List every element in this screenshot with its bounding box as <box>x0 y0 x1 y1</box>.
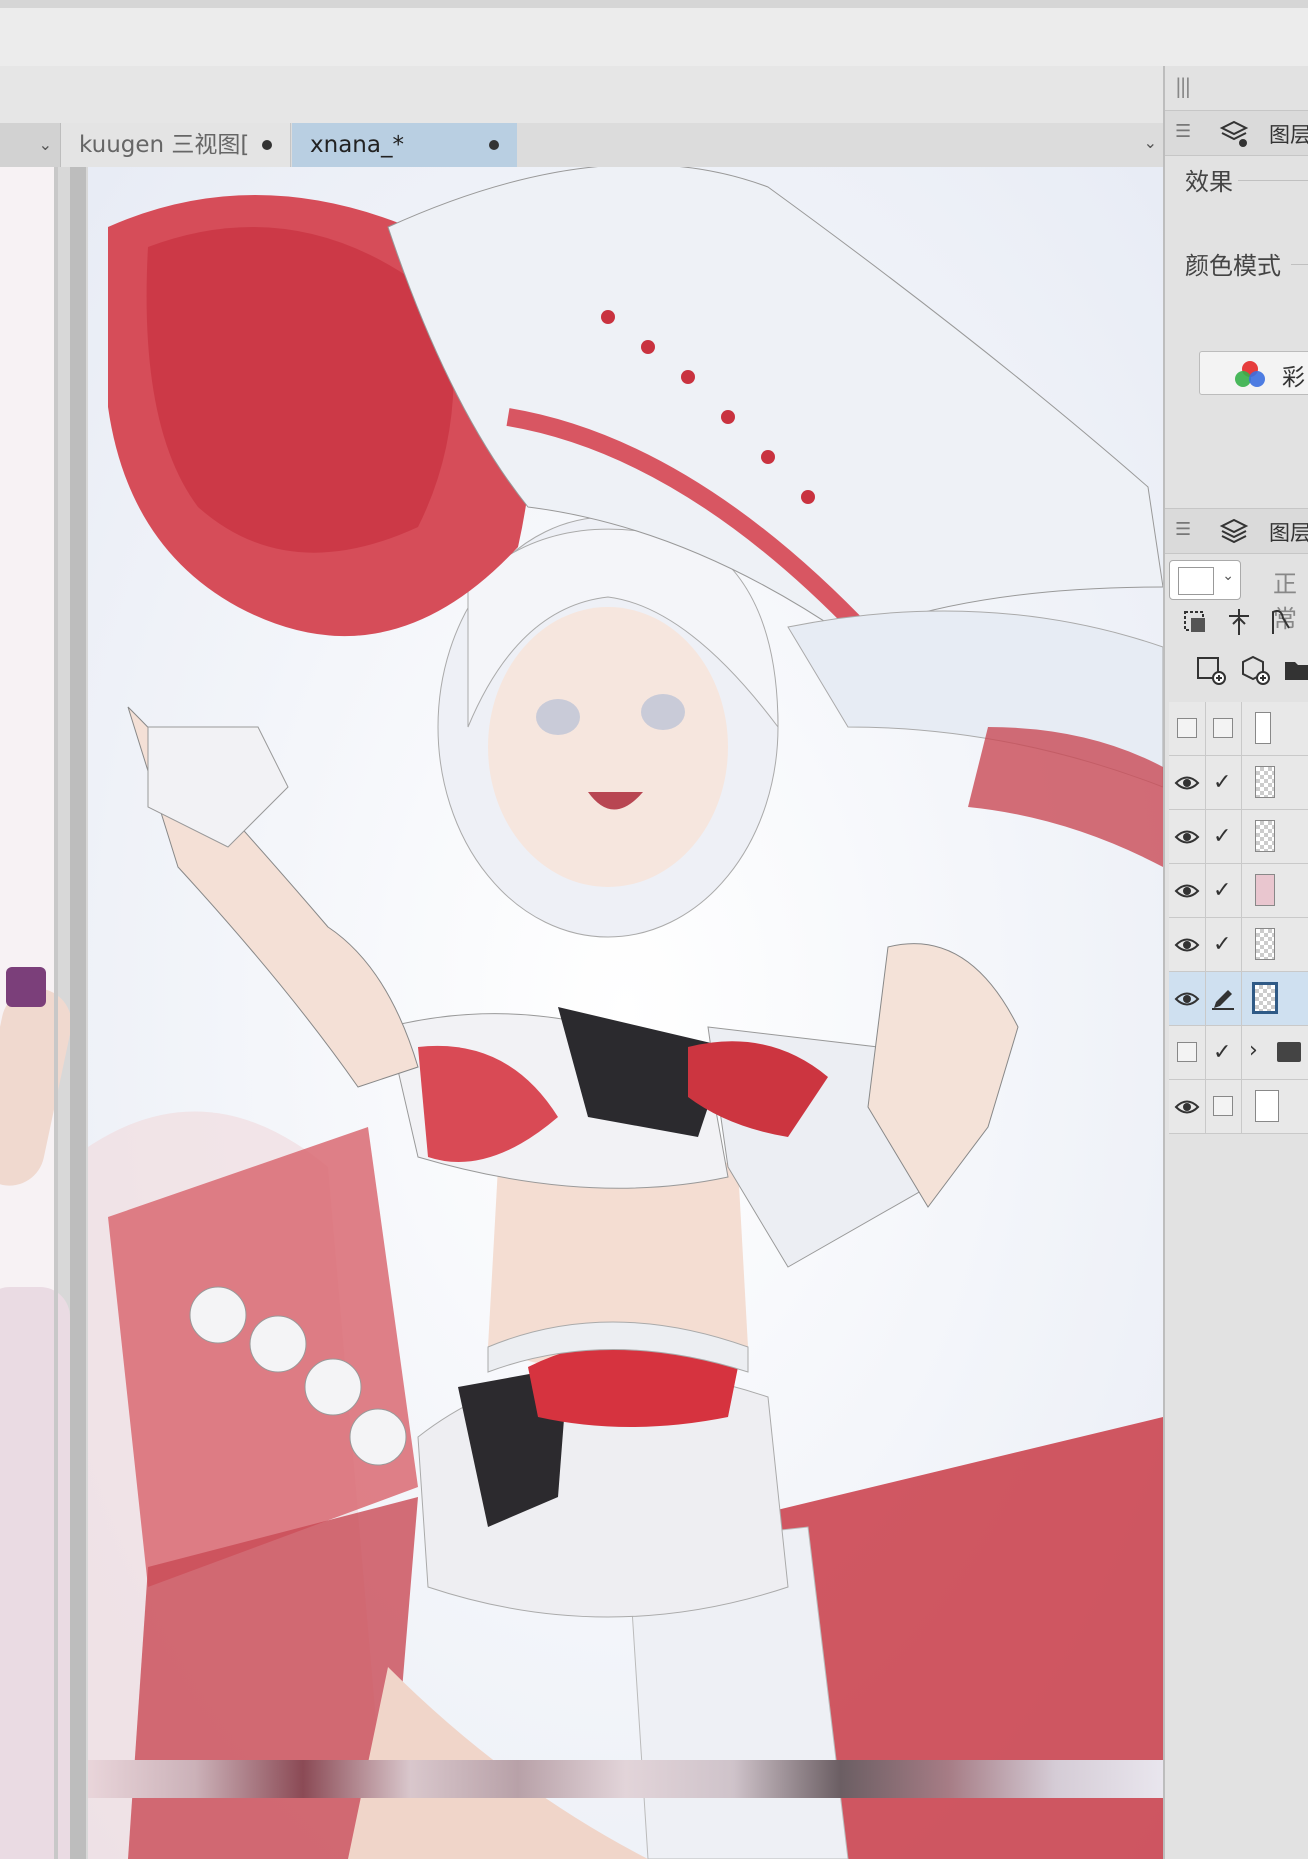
layer-panel-header: ☰ 图层 <box>1165 508 1308 554</box>
lock-toggle[interactable] <box>1213 718 1233 738</box>
eye-icon[interactable] <box>1174 934 1200 956</box>
adjacent-document-canvas <box>0 167 79 1859</box>
layers-icon[interactable] <box>1219 517 1249 547</box>
unsaved-dot-icon[interactable] <box>262 140 272 150</box>
artwork-illustration <box>88 167 1163 1859</box>
layer-thumbnail <box>1255 1090 1279 1122</box>
layer-property-panel-header: ☰ 图层 <box>1165 110 1308 156</box>
adjacent-figure-sleeve <box>6 967 46 1007</box>
censor-blur-strip <box>88 1760 1163 1798</box>
adjacent-figure-arm <box>0 981 79 1193</box>
eye-icon[interactable] <box>1174 880 1200 902</box>
layer-thumbnail <box>1255 928 1275 960</box>
layer-row[interactable]: ✓ <box>1169 810 1308 864</box>
tab-label: xnana_* <box>310 132 404 158</box>
clip-layer-icon[interactable] <box>1181 606 1213 638</box>
layer-folder-row[interactable]: ✓ › <box>1169 1026 1308 1080</box>
check-icon[interactable]: ✓ <box>1213 770 1231 795</box>
panel-menu-icon[interactable]: ☰ <box>1175 121 1191 142</box>
color-mode-button[interactable]: 彩 <box>1199 351 1308 395</box>
check-icon[interactable]: ✓ <box>1213 932 1231 957</box>
canvas-edge <box>54 167 58 1859</box>
panel-title: 图层 <box>1269 521 1308 545</box>
color-mode-label: 颜色模式 <box>1185 246 1308 281</box>
chevron-down-icon[interactable]: ⌄ <box>39 135 52 154</box>
layer-row-selected[interactable] <box>1169 972 1308 1026</box>
tab-label: kuugen 三视图[ <box>79 132 250 158</box>
eye-icon[interactable] <box>1174 826 1200 848</box>
check-icon[interactable]: ✓ <box>1213 878 1231 903</box>
new-folder-icon[interactable] <box>1283 654 1308 686</box>
new-vector-layer-icon[interactable] <box>1239 654 1271 686</box>
layer-row[interactable] <box>1169 1080 1308 1134</box>
eye-icon[interactable] <box>1174 988 1200 1010</box>
panel-menu-icon[interactable]: ☰ <box>1175 519 1191 540</box>
layer-thumbnail <box>1255 874 1275 906</box>
title-bar-strip <box>0 0 1308 8</box>
canvas-ruler <box>70 167 86 1859</box>
unsaved-dot-icon[interactable] <box>489 140 499 150</box>
color-swatch <box>1178 567 1214 595</box>
folder-icon <box>1277 1042 1301 1062</box>
panel-grip-icon[interactable]: ||| <box>1175 74 1191 98</box>
tab-xnana[interactable]: xnana_* <box>292 123 517 167</box>
effect-label: 效果 <box>1185 162 1308 197</box>
adjacent-figure-body <box>0 1287 70 1859</box>
pen-icon[interactable] <box>1210 988 1236 1010</box>
rgb-icon <box>1235 361 1265 387</box>
layer-row[interactable]: ✓ <box>1169 756 1308 810</box>
layer-row[interactable]: ✓ <box>1169 864 1308 918</box>
canvas-area[interactable] <box>0 167 1163 1859</box>
lock-toggle[interactable] <box>1213 1096 1233 1116</box>
layer-list: ✓ ✓ ✓ ✓ ✓ › <box>1169 702 1308 1134</box>
command-bar <box>0 66 1163 124</box>
expand-folder-icon[interactable]: › <box>1249 1038 1258 1063</box>
color-mode-value: 彩 <box>1282 365 1305 391</box>
chevron-down-icon: ⌄ <box>1222 568 1234 584</box>
layer-toolbar-row-1 <box>1165 606 1308 654</box>
layer-thumbnail <box>1255 712 1271 744</box>
document-tab-bar: ⌄ kuugen 三视图[ xnana_* ⌄ <box>0 123 1163 168</box>
new-raster-layer-icon[interactable] <box>1195 654 1227 686</box>
check-icon[interactable]: ✓ <box>1213 824 1231 849</box>
visibility-toggle[interactable] <box>1177 1042 1197 1062</box>
layer-color-dropdown[interactable]: ⌄ <box>1169 560 1241 600</box>
layer-thumbnail <box>1252 982 1278 1014</box>
right-panel: ||| ☰ 图层 效果 颜色模式 彩 ☰ 图层 ⌄ 正常 ✓ ✓ ✓ ✓ ✓ › <box>1163 66 1308 1859</box>
layer-property-icon[interactable] <box>1219 119 1249 149</box>
layer-row[interactable] <box>1169 702 1308 756</box>
panel-title: 图层 <box>1269 123 1308 147</box>
visibility-toggle[interactable] <box>1177 718 1197 738</box>
tab-scroll-left[interactable]: ⌄ <box>0 123 61 167</box>
title-bar <box>0 0 1308 67</box>
layer-row[interactable]: ✓ <box>1169 918 1308 972</box>
reference-layer-icon[interactable] <box>1223 606 1255 638</box>
layer-thumbnail <box>1255 820 1275 852</box>
check-icon[interactable]: ✓ <box>1213 1040 1231 1065</box>
tab-kuugen[interactable]: kuugen 三视图[ <box>61 123 291 167</box>
layer-thumbnail <box>1255 766 1275 798</box>
eye-icon[interactable] <box>1174 1096 1200 1118</box>
eye-icon[interactable] <box>1174 772 1200 794</box>
tab-list-chevron-icon[interactable]: ⌄ <box>1144 133 1157 152</box>
draft-layer-icon[interactable] <box>1265 606 1297 638</box>
artwork-canvas[interactable] <box>88 167 1163 1859</box>
layer-toolbar-row-2 <box>1165 654 1308 702</box>
